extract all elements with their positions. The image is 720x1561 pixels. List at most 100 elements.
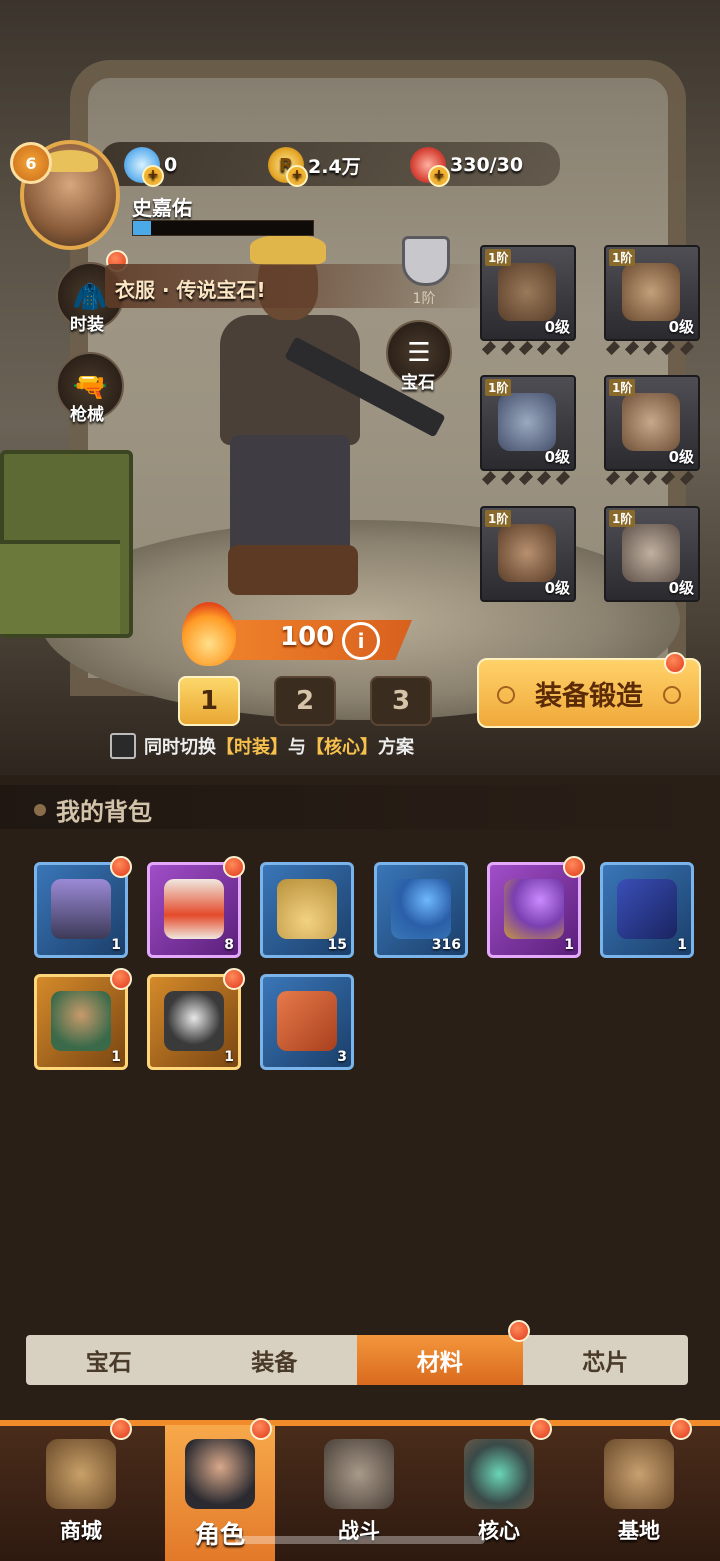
diamond-resource[interactable]: + 0 xyxy=(124,147,177,187)
notice-gem-tier: 1阶 xyxy=(392,236,456,307)
item-count: 1 xyxy=(224,1049,234,1065)
slot-level: 0级 xyxy=(668,318,694,336)
item-count: 1 xyxy=(111,1049,121,1065)
crossed-guns-icon xyxy=(324,1439,394,1509)
equip-slot-helmet[interactable]: 1阶 0级 xyxy=(480,245,576,341)
item-energy-vial[interactable]: 8 xyxy=(147,862,241,958)
pet-portrait-icon xyxy=(164,991,224,1051)
item-blue-key[interactable]: 316 xyxy=(374,862,468,958)
switch-core-text: 核心 xyxy=(324,737,360,758)
item-blueprint-card[interactable]: 3 xyxy=(260,974,354,1070)
hero-portrait-icon xyxy=(51,991,111,1051)
sand-icon xyxy=(277,879,337,939)
plus-icon[interactable]: + xyxy=(428,165,450,187)
glove-card-icon xyxy=(617,879,677,939)
slot-level: 0级 xyxy=(668,579,694,597)
list-icon: ☰ xyxy=(407,338,431,368)
preset-tab-1[interactable]: 1 xyxy=(178,676,240,726)
equip-slot-armor[interactable]: 1阶 0级 xyxy=(480,375,576,471)
backpack-title: 我的背包 xyxy=(34,792,152,827)
helmet-icon xyxy=(498,263,556,321)
coin-resource[interactable]: R + 2.4万 xyxy=(268,147,361,187)
item-glove-card[interactable]: 1 xyxy=(600,862,694,958)
tab-equipment[interactable]: 装备 xyxy=(192,1335,358,1385)
nav-base[interactable]: 基地 xyxy=(584,1425,694,1555)
gauntlets-icon xyxy=(622,263,680,321)
item-count: 1 xyxy=(677,937,687,953)
item-supply-chest[interactable]: 1 xyxy=(34,862,128,958)
stamina-resource[interactable]: + 330/30 xyxy=(410,147,524,187)
plus-icon[interactable]: + xyxy=(142,165,164,187)
power-value: 100 xyxy=(280,622,335,652)
player-name: 史嘉佑 xyxy=(132,196,192,220)
slot-tier: 1阶 xyxy=(609,249,636,266)
bolt-icon xyxy=(663,686,681,704)
notification-dot xyxy=(223,968,245,990)
slot-tier: 1阶 xyxy=(609,510,636,527)
nav-label: 商城 xyxy=(60,1519,102,1543)
slot-gem-sockets xyxy=(604,340,696,358)
notification-dot xyxy=(250,1418,272,1440)
item-count: 3 xyxy=(337,1049,347,1065)
slot-tier: 1阶 xyxy=(485,379,512,396)
combat-power: 100 i xyxy=(182,602,418,666)
boots-icon xyxy=(498,524,556,582)
equip-slot-boots[interactable]: 1阶 0级 xyxy=(480,506,576,602)
slot-level: 0级 xyxy=(544,448,570,466)
tab-gem[interactable]: 宝石 xyxy=(26,1335,192,1385)
exp-bar-fill xyxy=(133,221,151,235)
sync-checkbox[interactable] xyxy=(110,733,136,759)
equip-slot-gauntlets[interactable]: 1阶 0级 xyxy=(604,245,700,341)
item-count: 8 xyxy=(224,937,234,953)
exp-bar xyxy=(132,220,314,236)
equip-slot-gloves[interactable]: 1阶 0级 xyxy=(604,506,700,602)
item-pet-portrait[interactable]: 1 xyxy=(147,974,241,1070)
item-purple-key[interactable]: 1 xyxy=(487,862,581,958)
slot-gem-sockets xyxy=(480,470,572,488)
notification-dot xyxy=(530,1418,552,1440)
shop-building-icon xyxy=(46,1439,116,1509)
notification-dot xyxy=(223,856,245,878)
key-icon xyxy=(391,879,451,939)
gem-label: 宝石 xyxy=(401,373,435,393)
switch-prefix: 同时切换 xyxy=(144,737,216,758)
base-tower-icon xyxy=(604,1439,674,1509)
vial-icon xyxy=(164,879,224,939)
preset-tab-3[interactable]: 3 xyxy=(370,676,432,726)
info-icon[interactable]: i xyxy=(342,622,380,660)
sync-switch-option[interactable]: 同时切换 【 时装 】 与 【 核心 】 方案 xyxy=(110,733,414,759)
bracket-left: 【 xyxy=(306,737,324,758)
preset-tab-2[interactable]: 2 xyxy=(274,676,336,726)
weapon-label: 枪械 xyxy=(70,405,104,425)
nav-shop[interactable]: 商城 xyxy=(26,1425,136,1555)
shield-gem-icon xyxy=(402,236,450,286)
flame-icon xyxy=(182,602,236,666)
item-sand-pile[interactable]: 15 xyxy=(260,862,354,958)
plus-icon[interactable]: + xyxy=(286,165,308,187)
tab-chips[interactable]: 芯片 xyxy=(523,1335,689,1385)
outfit-label: 时装 xyxy=(70,315,104,335)
chest-icon xyxy=(51,879,111,939)
backpack-category-tabs: 宝石 装备 材料 芯片 xyxy=(26,1335,688,1385)
forge-label: 装备锻造 xyxy=(535,680,643,712)
gloves-icon xyxy=(622,524,680,582)
item-count: 316 xyxy=(431,937,461,953)
pants-icon xyxy=(622,393,680,451)
blueprint-icon xyxy=(277,991,337,1051)
notice-tier-label: 1阶 xyxy=(412,291,436,307)
bracket-right: 】 xyxy=(270,737,288,758)
home-indicator[interactable] xyxy=(235,1536,485,1544)
switch-suffix: 方案 xyxy=(378,737,414,758)
item-count: 1 xyxy=(564,937,574,953)
player-level-badge: 6 xyxy=(10,142,52,184)
item-hero-portrait[interactable]: 1 xyxy=(34,974,128,1070)
switch-mid: 与 xyxy=(288,737,306,758)
notification-dot xyxy=(670,1418,692,1440)
stamina-value: 330/30 xyxy=(450,154,524,176)
notification-dot xyxy=(110,1418,132,1440)
tab-materials[interactable]: 材料 xyxy=(357,1335,523,1385)
bolt-icon xyxy=(497,686,515,704)
ammo-crate-lower xyxy=(0,540,120,634)
equip-slot-pants[interactable]: 1阶 0级 xyxy=(604,375,700,471)
key-icon xyxy=(504,879,564,939)
